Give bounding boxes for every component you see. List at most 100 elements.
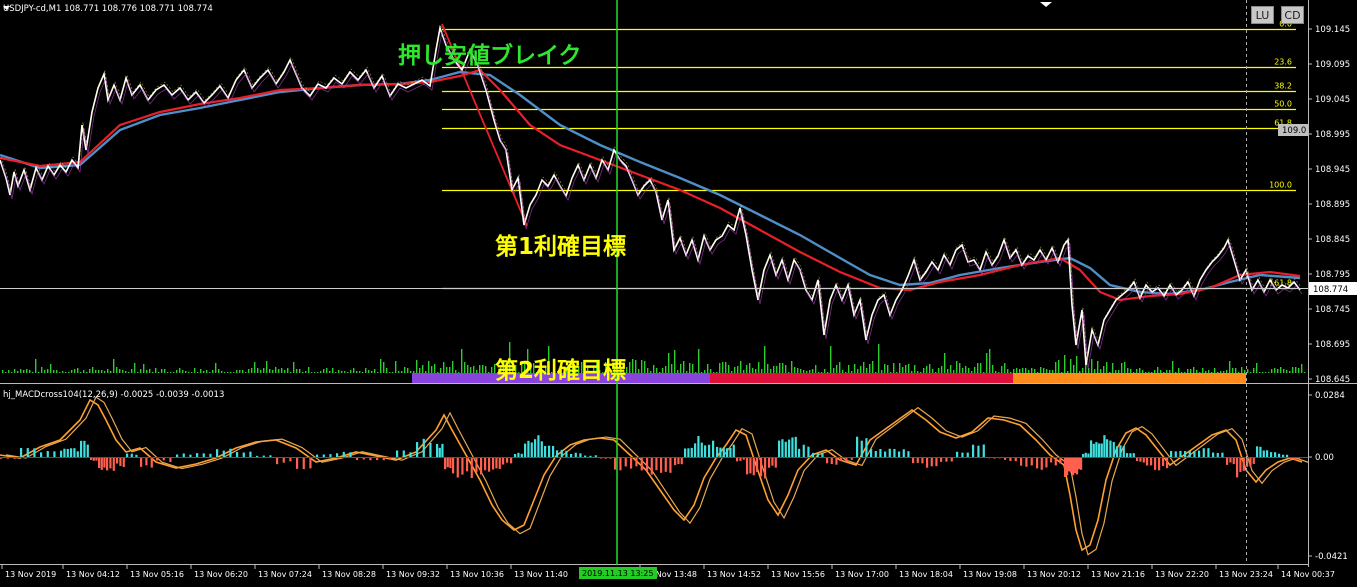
volume-bar [188,372,190,373]
volume-bar [974,367,976,373]
volume-bar [965,366,967,373]
macd-histogram-bar [1090,440,1093,457]
volume-bar [209,372,211,373]
volume-bar [1061,372,1063,373]
price-tick-label: 108.695 [1315,340,1350,350]
volume-bar [230,372,232,373]
volume-bar [197,372,199,373]
macd-histogram-bar [145,457,148,466]
volume-bar [203,371,205,373]
volume-bar [647,368,649,373]
chart-shift-marker[interactable] [1040,2,1052,7]
time-tick-label: 13 Nov 15:56 [771,570,825,579]
macd-histogram-bar [517,452,520,457]
volume-bar [662,368,664,373]
volume-bar [485,366,487,373]
annotation-breakout[interactable]: 押し安値ブレイク [398,42,582,69]
volume-bar [791,361,793,373]
volume-bar [686,371,688,373]
macd-histogram-bar [684,448,687,457]
volume-bar [857,369,859,373]
time-tick-label: 13 Nov 22:20 [1155,570,1209,579]
macd-histogram-bar [1236,457,1239,478]
macd-histogram-bar [122,457,125,467]
macd-histogram-bar [296,457,299,469]
current-price-label: 108.774 [1313,285,1348,295]
time-tick-label: 13 Nov 18:04 [899,570,953,579]
macd-histogram-bar [977,445,980,457]
volume-bar [1010,372,1012,373]
volume-bar [92,367,94,373]
volume-bar [329,371,331,373]
macd-histogram-bar [619,457,622,471]
macd-histogram-bar [402,450,405,457]
chart-canvas[interactable]: 0.023.638.250.061.8100.0161.8 USDJPY-cd,… [0,0,1357,587]
volume-bar [1091,359,1093,373]
volume-bar [152,372,154,373]
volume-bar [155,368,157,373]
price-candles [1,30,1303,370]
volume-bar [125,371,127,373]
volume-bar [272,370,274,373]
volume-bar [110,371,112,373]
macd-histogram-bar [565,450,568,457]
macd-histogram-bar [349,452,352,457]
macd-histogram-bar [1184,451,1187,457]
volume-bar [32,372,34,373]
volume-bar [182,370,184,373]
macd-histogram-bar [498,457,501,469]
volume-bar [1001,366,1003,373]
volume-bar [902,367,904,373]
volume-bar [35,359,37,373]
volume-bar [1148,372,1150,373]
macd-histogram-bar [514,453,517,457]
volume-bar [407,368,409,373]
volume-bar [29,370,31,373]
volume-bar [1145,372,1147,373]
volume-bar [1241,367,1243,373]
macd-histogram-bar [409,452,412,457]
macd-histogram-bar [646,457,649,472]
macd-histogram-bar [798,448,801,457]
annotation-target-1[interactable]: 第1利確目標 [495,233,626,260]
volume-bar [1199,372,1201,373]
volume-bar [437,372,439,373]
macd-histogram-bar [570,453,573,457]
annotation-target-2[interactable]: 第2利確目標 [495,357,626,384]
volume-bar [929,364,931,373]
volume-bar [347,372,349,373]
volume-bar [101,370,103,373]
lu-button[interactable]: LU [1251,6,1274,24]
volume-bar [233,372,235,373]
volume-bar [236,370,238,373]
macd-histogram-bar [640,457,643,471]
macd-histogram-bar [98,457,101,469]
volume-bar [872,361,874,373]
macd-histogram-bar [1109,440,1112,457]
volume-bar [800,369,802,373]
volume-bar [680,364,682,373]
volume-bar [83,370,85,373]
macd-histogram-bar [1066,457,1069,476]
volume-bar [1289,371,1291,373]
volume-bar [998,372,1000,373]
cd-button[interactable]: CD [1281,6,1304,24]
time-axis[interactable]: 13 Nov 2019 13 Nov 04:12 13 Nov 05:16 13 No… [1,565,1335,579]
time-tick-label: 13 Nov 21:16 [1091,570,1145,579]
volume-bar [206,370,208,373]
macd-histogram-bar [791,437,794,457]
price-axis[interactable]: 109.145 109.095 109.045 108.995 108.945 108.8… [1308,25,1350,385]
volume-bar [194,368,196,373]
volume-bar [650,371,652,373]
volume-bar [482,365,484,373]
volume-bar [668,353,670,373]
volume-bar [1139,368,1141,373]
volume-bar [1196,370,1198,373]
indicator-tick-label: -0.0421 [1315,552,1348,562]
volume-bar [1178,368,1180,373]
volume-bar [1277,369,1279,373]
volume-bar [161,369,163,373]
volume-bar [200,369,202,373]
macd-histogram-bar [1064,457,1067,477]
volume-bar [71,370,73,373]
